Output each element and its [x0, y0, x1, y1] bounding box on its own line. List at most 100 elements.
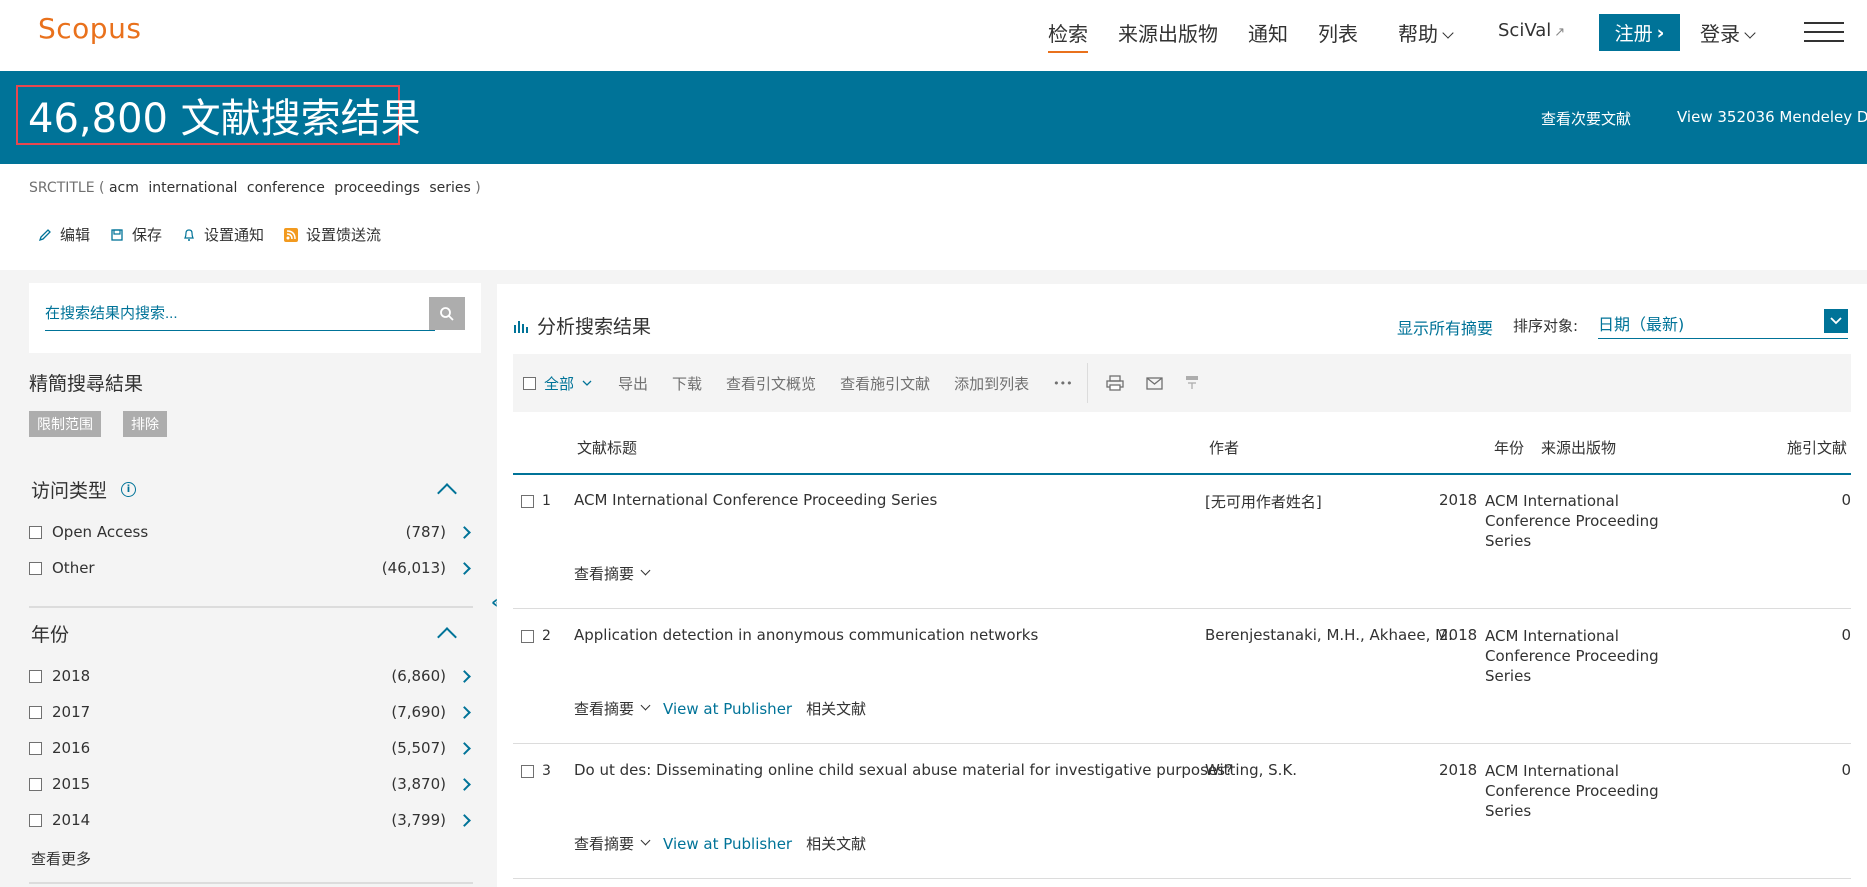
checkbox[interactable] [29, 525, 42, 539]
facet-row[interactable]: 2017 (7,690) [29, 700, 471, 724]
related-documents-link[interactable]: 相关文献 [806, 698, 866, 719]
edit-button[interactable]: 编辑 [38, 224, 90, 245]
related-documents-link[interactable]: 相关文献 [806, 833, 866, 854]
view-abstract-toggle[interactable]: 查看摘要 [574, 563, 651, 584]
chevron-right-icon[interactable] [458, 525, 471, 539]
set-alert-button[interactable]: 设置通知 [182, 224, 264, 245]
document-year: 2018 [1439, 491, 1478, 509]
add-to-list-button[interactable]: 添加到列表 [954, 373, 1029, 394]
header-source[interactable]: 来源出版物 [1541, 437, 1616, 458]
view-abstract-toggle[interactable]: 查看摘要 [574, 698, 651, 719]
limit-to-button[interactable]: 限制范围 [29, 411, 101, 437]
citation-overview-button[interactable]: 查看引文概览 [726, 373, 816, 394]
results-toolbar: 全部 导出 下载 查看引文概览 查看施引文献 添加到列表 ••• [513, 354, 1851, 412]
chevron-right-icon[interactable] [458, 741, 471, 755]
nav-lists[interactable]: 列表 [1318, 18, 1358, 47]
divider [29, 882, 473, 884]
analyze-results-link[interactable]: 分析搜索结果 [513, 312, 651, 339]
nav-search[interactable]: 检索 [1048, 18, 1088, 53]
facet-row[interactable]: 2018 (6,860) [29, 664, 471, 688]
checkbox[interactable] [521, 764, 534, 778]
document-title[interactable]: Do ut des: Disseminating online child se… [574, 761, 1233, 779]
results-count-title: 46,800 文献搜索结果 [16, 85, 421, 145]
facet-label: 2018 [52, 667, 91, 685]
access-type-heading: 访问类型 i [31, 476, 137, 503]
nav-scival[interactable]: SciVal ↗ [1498, 20, 1565, 41]
chevron-right-icon[interactable] [458, 813, 471, 827]
document-authors[interactable]: Berenjestanaki, M.H., Akhaee, M. [1205, 626, 1453, 644]
view-at-publisher-link[interactable]: View at Publisher [663, 835, 792, 853]
facet-row[interactable]: 2016 (5,507) [29, 736, 471, 760]
nav-alerts[interactable]: 通知 [1248, 18, 1288, 47]
select-all-dropdown[interactable]: 全部 [523, 373, 592, 394]
chevron-right-icon[interactable] [458, 777, 471, 791]
bibliography-icon[interactable] [1185, 375, 1199, 391]
checkbox[interactable] [29, 777, 42, 791]
view-at-publisher-link[interactable]: View at Publisher [663, 700, 792, 718]
download-button[interactable]: 下载 [672, 373, 702, 394]
header-title[interactable]: 文献标题 [577, 437, 637, 458]
see-more-link[interactable]: 查看更多 [31, 848, 91, 869]
nav-login[interactable]: 登录 [1700, 18, 1756, 47]
view-abstract-toggle[interactable]: 查看摘要 [574, 833, 651, 854]
exclude-button[interactable]: 排除 [123, 411, 167, 437]
header-cited[interactable]: 施引文献 [1787, 437, 1847, 458]
document-source[interactable]: ACM International Conference Proceeding … [1485, 761, 1685, 821]
chevron-right-icon[interactable] [458, 705, 471, 719]
facet-row[interactable]: 2014 (3,799) [29, 808, 471, 832]
info-icon[interactable]: i [121, 482, 137, 497]
email-icon[interactable] [1145, 376, 1163, 390]
search-within-button[interactable] [429, 297, 465, 330]
chevron-right-icon[interactable] [458, 561, 471, 575]
chevron-down-icon [1744, 27, 1756, 39]
facet-row[interactable]: 2015 (3,870) [29, 772, 471, 796]
document-source[interactable]: ACM International Conference Proceeding … [1485, 626, 1685, 686]
checkbox[interactable] [521, 629, 534, 643]
header-year[interactable]: 年份 [1494, 437, 1524, 458]
select-all-checkbox[interactable] [523, 376, 536, 390]
row-select[interactable]: 3 [521, 763, 551, 779]
facet-label: Other [52, 559, 95, 577]
checkbox[interactable] [29, 813, 42, 827]
menu-icon[interactable] [1804, 22, 1844, 42]
document-source[interactable]: ACM International Conference Proceeding … [1485, 491, 1685, 551]
document-title[interactable]: ACM International Conference Proceeding … [574, 491, 937, 509]
checkbox[interactable] [29, 561, 42, 575]
chevron-up-icon[interactable] [437, 483, 457, 503]
chevron-down-icon[interactable] [1824, 309, 1848, 333]
facet-count: (7,690) [391, 703, 446, 721]
facet-row[interactable]: Other (46,013) [29, 556, 471, 580]
document-title[interactable]: Application detection in anonymous commu… [574, 626, 1038, 644]
checkbox[interactable] [29, 669, 42, 683]
cited-by-button[interactable]: 查看施引文献 [840, 373, 930, 394]
show-all-abstracts-link[interactable]: 显示所有摘要 [1397, 315, 1493, 339]
checkbox[interactable] [29, 705, 42, 719]
more-options-button[interactable]: ••• [1053, 377, 1072, 390]
chevron-up-icon[interactable] [437, 627, 457, 647]
header-authors[interactable]: 作者 [1209, 437, 1239, 458]
facet-row[interactable]: Open Access (787) [29, 520, 471, 544]
document-authors[interactable]: Witting, S.K. [1205, 761, 1297, 779]
chevron-right-icon[interactable] [458, 669, 471, 683]
save-button[interactable]: 保存 [110, 224, 162, 245]
checkbox[interactable] [29, 741, 42, 755]
register-button[interactable]: 注册 › [1599, 14, 1680, 51]
print-icon[interactable] [1105, 375, 1124, 391]
checkbox[interactable] [521, 494, 534, 508]
row-select[interactable]: 1 [521, 493, 551, 509]
nav-help[interactable]: 帮助 [1398, 18, 1454, 47]
nav-sources[interactable]: 来源出版物 [1118, 18, 1218, 47]
document-cited-by: 0 [1841, 626, 1851, 644]
scopus-logo[interactable]: Scopus [38, 12, 141, 45]
row-links: 查看摘要 View at Publisher 相关文献 [574, 698, 866, 719]
sort-select[interactable]: 日期（最新) [1598, 307, 1848, 339]
search-within-input[interactable] [45, 297, 435, 331]
set-feed-label: 设置馈送流 [306, 226, 382, 244]
secondary-documents-link[interactable]: 查看次要文献 [1541, 108, 1631, 129]
document-authors: [无可用作者姓名] [1205, 493, 1322, 511]
mendeley-data-link[interactable]: View 352036 Mendeley Data [1677, 108, 1867, 126]
row-select[interactable]: 2 [521, 628, 551, 644]
set-feed-button[interactable]: 设置馈送流 [284, 224, 381, 245]
bell-icon [184, 228, 195, 241]
export-button[interactable]: 导出 [618, 373, 648, 394]
